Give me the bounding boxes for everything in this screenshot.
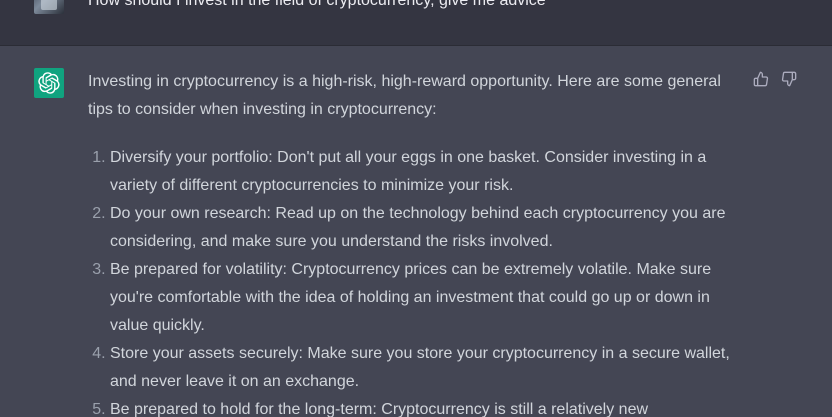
list-item: Do your own research: Read up on the tec… [110,200,738,256]
openai-logo-icon [34,68,64,98]
thumbs-down-button[interactable] [780,70,798,88]
assistant-intro: Investing in cryptocurrency is a high-ri… [88,73,721,118]
assistant-message-row: Investing in cryptocurrency is a high-ri… [0,46,832,417]
tips-list: Diversify your portfolio: Don't put all … [88,144,738,417]
thumbs-down-icon [781,71,797,87]
list-item: Diversify your portfolio: Don't put all … [110,144,738,200]
list-item: Be prepared to hold for the long-term: C… [110,396,738,417]
user-message-text: How should I invest in the field of cryp… [88,0,546,9]
thumbs-up-button[interactable] [752,70,770,88]
thumbs-up-icon [753,71,769,87]
list-item: Store your assets securely: Make sure yo… [110,340,738,396]
list-item: Be prepared for volatility: Cryptocurren… [110,256,738,340]
chat-page: How should I invest in the field of cryp… [0,0,832,417]
user-avatar [34,0,64,14]
feedback-buttons [752,70,798,88]
user-message-row: How should I invest in the field of cryp… [0,0,832,46]
assistant-message-content: Investing in cryptocurrency is a high-ri… [88,68,738,417]
